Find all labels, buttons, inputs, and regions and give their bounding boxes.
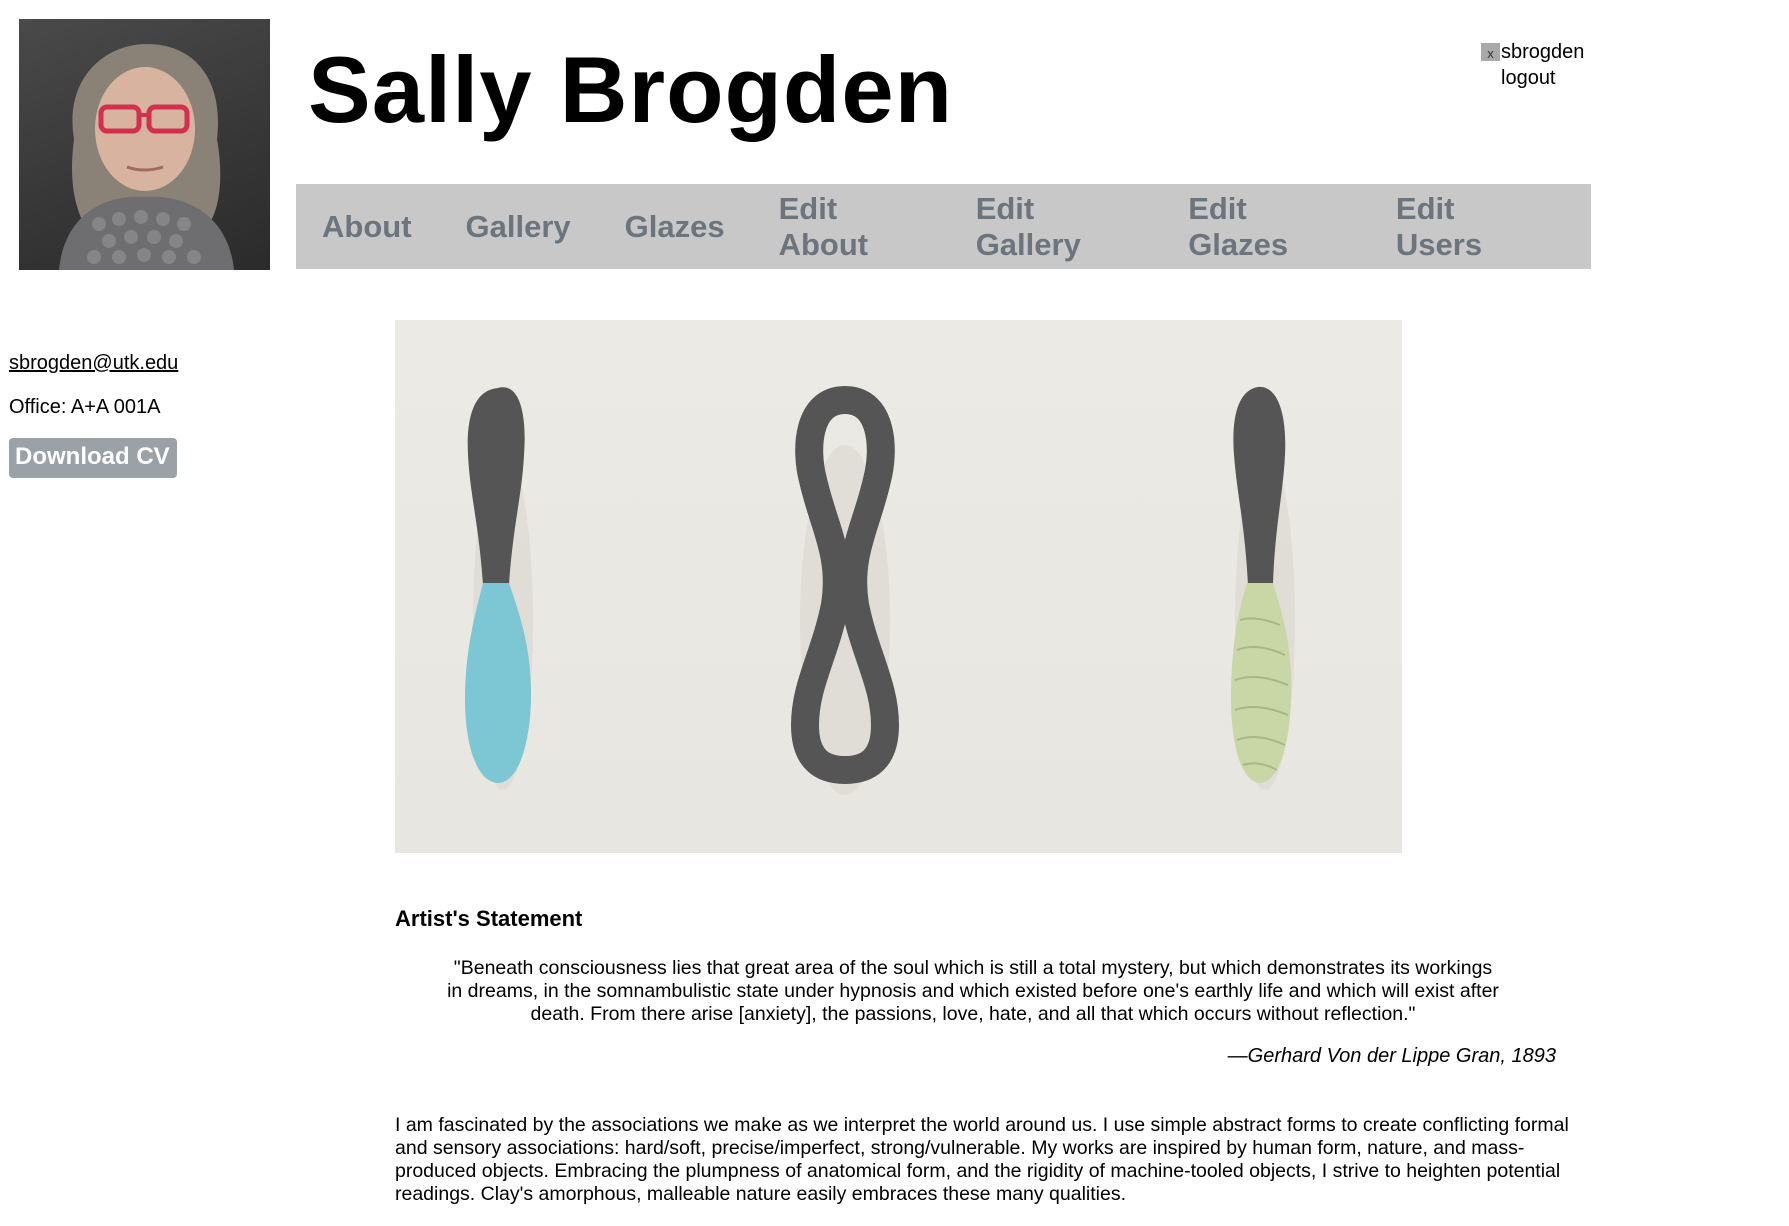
email-link[interactable]: sbrogden@utk.edu: [9, 352, 178, 375]
statement-quote: "Beneath consciousness lies that great a…: [447, 957, 1499, 1025]
portrait-image: [59, 44, 234, 270]
nav-edit-about[interactable]: Edit About: [779, 191, 922, 263]
sculptures-illustration: [465, 385, 1295, 795]
nav-glazes[interactable]: Glazes: [625, 209, 725, 245]
quote-attribution: —Gerhard Von der Lippe Gran, 1893: [1227, 1045, 1556, 1067]
nav-edit-gallery[interactable]: Edit Gallery: [976, 191, 1135, 263]
contact-sidebar: sbrogden@utk.edu Office: A+A 001A Downlo…: [9, 352, 178, 478]
nav-edit-users[interactable]: Edit Users: [1396, 191, 1537, 263]
download-cv-button[interactable]: Download CV: [9, 438, 177, 478]
office-location: Office: A+A 001A: [9, 396, 161, 418]
user-menu: x sbrogden logout: [1481, 39, 1584, 91]
nav-gallery[interactable]: Gallery: [466, 209, 571, 245]
logout-link[interactable]: logout: [1481, 65, 1584, 91]
statement-body: I am fascinated by the associations we m…: [395, 1114, 1569, 1205]
site-title: Sally Brogden: [308, 37, 954, 142]
statement-heading: Artist's Statement: [395, 906, 583, 931]
main-nav: About Gallery Glazes Edit About Edit Gal…: [296, 184, 1591, 269]
nav-about[interactable]: About: [322, 209, 412, 245]
hero-image: [395, 320, 1402, 853]
broken-image-icon: x: [1481, 43, 1500, 61]
username: sbrogden: [1501, 41, 1585, 63]
avatar: [19, 19, 270, 270]
nav-edit-glazes[interactable]: Edit Glazes: [1188, 191, 1342, 263]
